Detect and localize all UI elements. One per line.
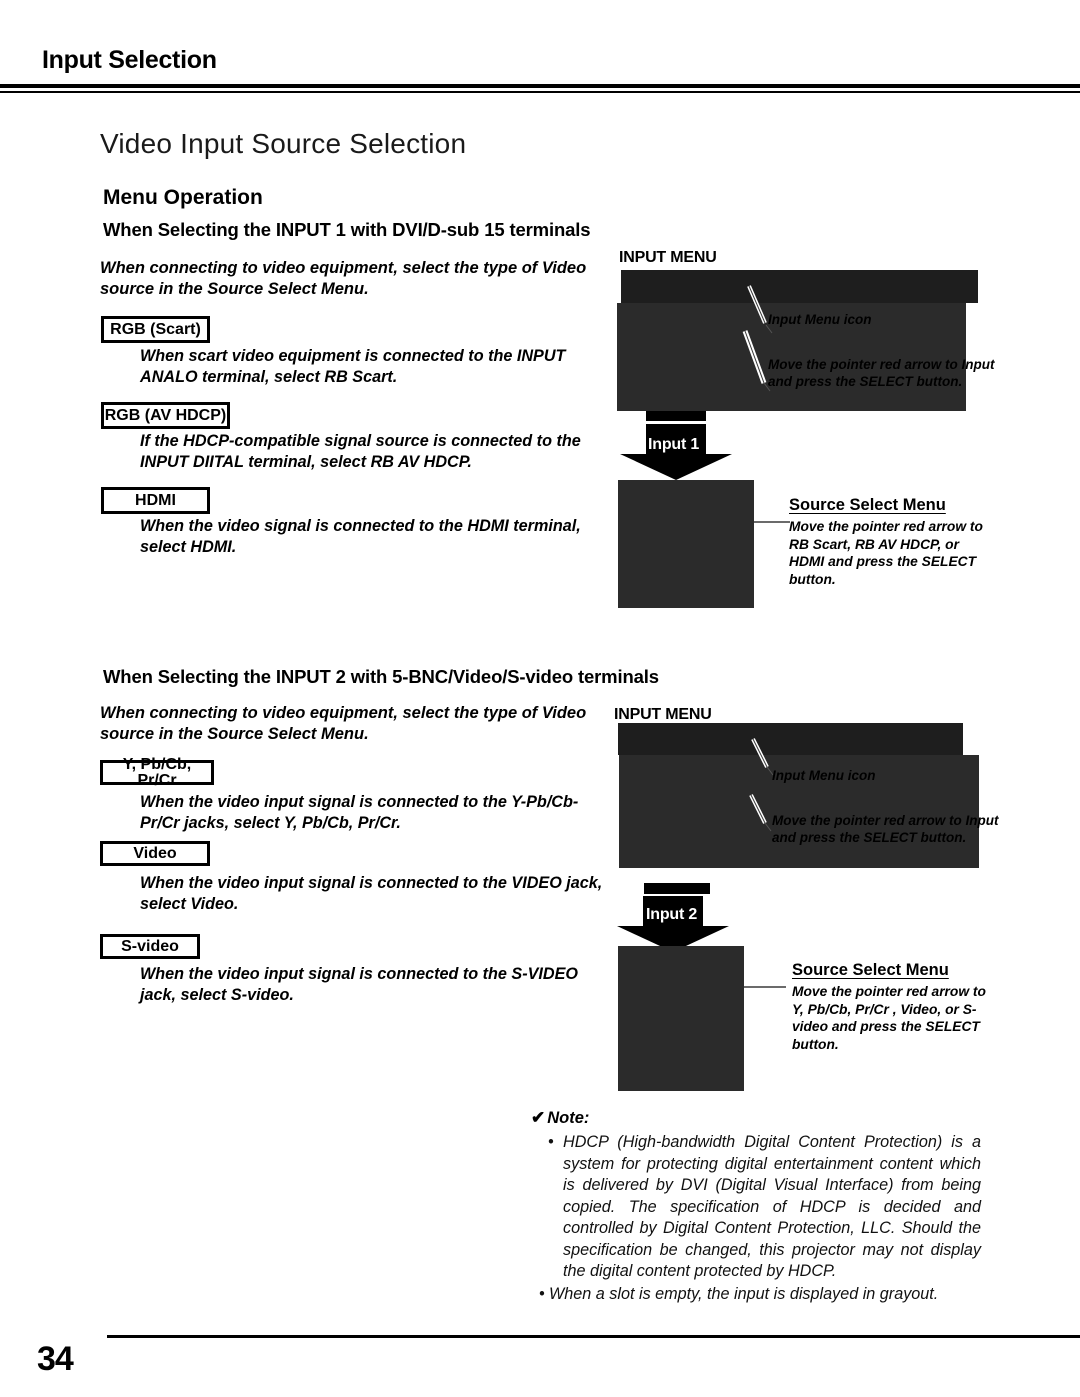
figure-2-source-title: Source Select Menu bbox=[792, 961, 949, 979]
figure-1-menu-label: INPUT MENU bbox=[619, 249, 717, 266]
section-2-heading: When Selecting the INPUT 2 with 5-BNC/Vi… bbox=[103, 666, 659, 687]
figure-2-arrow-cap bbox=[644, 883, 710, 894]
note-block: ✔ Note: • HDCP (High-bandwidth Digital Co… bbox=[531, 1108, 981, 1305]
running-header-title: Input Selection bbox=[42, 46, 217, 74]
item-body-rgb-scart: When scart video equipment is connected … bbox=[140, 347, 566, 386]
note-heading: ✔ Note: bbox=[531, 1108, 981, 1128]
item-body-video: When the video input signal is connected… bbox=[140, 874, 603, 913]
figure-2-callout-icon: Input Menu icon bbox=[772, 768, 876, 783]
chip-rgb-scart: RGB (Scart) bbox=[101, 316, 210, 343]
check-icon: ✔ bbox=[531, 1108, 546, 1127]
figure-2-source-leader bbox=[744, 986, 786, 988]
chip-hdmi: HDMI bbox=[101, 487, 210, 514]
figure-1-source-select-screen bbox=[618, 480, 754, 608]
item-body-hdmi: When the video signal is connected to th… bbox=[140, 517, 581, 556]
figure-2-arrow-label: Input 2 bbox=[646, 906, 698, 923]
header-rule-thin bbox=[0, 91, 1080, 93]
figure-2-menu-label: INPUT MENU bbox=[614, 706, 712, 723]
figure-1-menu-topbar bbox=[621, 270, 978, 303]
figure-2-down-arrow-icon bbox=[617, 896, 741, 952]
bullet-icon: • bbox=[539, 1284, 545, 1303]
figure-1-source-body: Move the pointer red arrow to RB Scart, … bbox=[789, 519, 983, 587]
item-body-rgb-av-hdcp: If the HDCP-compatible signal source is … bbox=[140, 432, 581, 471]
footer-rule bbox=[107, 1335, 1080, 1338]
note-heading-label: Note: bbox=[547, 1109, 590, 1127]
note-item-text: When a slot is empty, the input is displ… bbox=[549, 1284, 939, 1303]
running-header: Input Selection bbox=[0, 0, 1080, 95]
chip-video: Video bbox=[100, 841, 210, 866]
figure-1-arrow-cap bbox=[646, 411, 706, 421]
chip-y-pb-cb-pr-cr: Y, Pb/Cb, Pr/Cr bbox=[100, 756, 214, 788]
note-item: • HDCP (High-bandwidth Digital Content P… bbox=[531, 1132, 981, 1283]
bullet-icon: • bbox=[548, 1133, 554, 1151]
menu-operation-heading: Menu Operation bbox=[103, 186, 263, 209]
section-2-intro: When connecting to video equipment, sele… bbox=[100, 704, 587, 743]
figure-2-source-select-screen bbox=[618, 946, 744, 1091]
figure-1-arrow-label: Input 1 bbox=[648, 436, 700, 453]
figure-1-callout-move: Move the pointer red arrow to Input and … bbox=[768, 357, 995, 389]
figure-2-callout-move: Move the pointer red arrow to Input and … bbox=[772, 813, 999, 845]
figure-2-source-body: Move the pointer red arrow to Y, Pb/Cb, … bbox=[792, 984, 986, 1052]
figure-1-callout-icon: Input Menu icon bbox=[768, 312, 872, 327]
note-item: • When a slot is empty, the input is dis… bbox=[531, 1284, 981, 1306]
chip-s-video: S-video bbox=[100, 934, 200, 959]
section-1-intro: When connecting to video equipment, sele… bbox=[100, 259, 587, 298]
note-item-text: HDCP (High-bandwidth Digital Content Pro… bbox=[563, 1133, 981, 1280]
page-title: Video Input Source Selection bbox=[100, 128, 467, 159]
figure-1-source-leader bbox=[754, 521, 790, 523]
figure-1-source-title: Source Select Menu bbox=[789, 496, 946, 514]
header-rule-thick bbox=[0, 84, 1080, 88]
item-body-y-pb-cb-pr-cr: When the video input signal is connected… bbox=[140, 793, 579, 832]
section-1-heading: When Selecting the INPUT 1 with DVI/D-su… bbox=[103, 219, 591, 240]
page-number: 34 bbox=[37, 1340, 74, 1378]
item-body-s-video: When the video input signal is connected… bbox=[140, 965, 578, 1004]
chip-rgb-av-hdcp: RGB (AV HDCP) bbox=[101, 402, 230, 429]
